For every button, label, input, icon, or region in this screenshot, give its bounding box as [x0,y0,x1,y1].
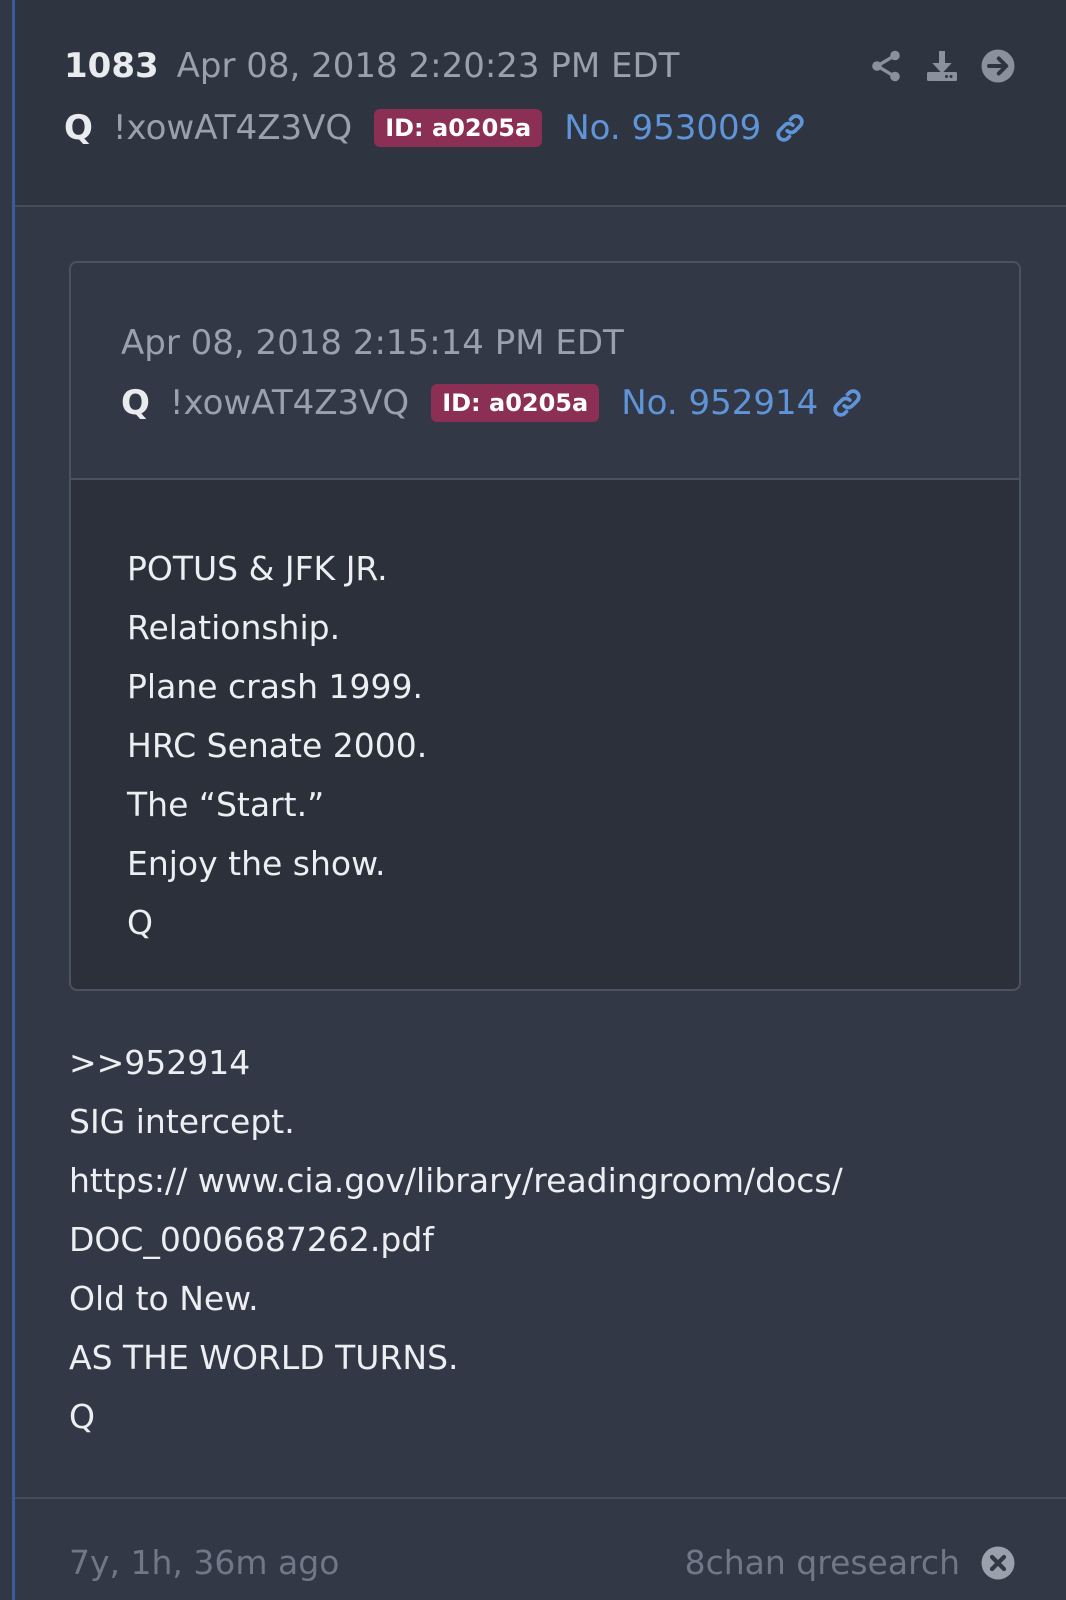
quoted-text-line: Enjoy the show. [127,844,386,883]
post-text: >>952914 SIG intercept. https:// www.cia… [69,1033,843,1446]
post-age: 7y, 1h, 36m ago [69,1543,340,1582]
post-text-line: SIG intercept. [69,1102,295,1141]
id-badge: ID: a0205a [374,109,543,147]
share-icon[interactable] [868,48,904,84]
post-text-line: DOC_0006687262.pdf [69,1220,434,1259]
quoted-post: Apr 08, 2018 2:15:14 PM EDT Q !xowAT4Z3V… [69,261,1021,991]
post-text-line: Q [69,1397,95,1436]
post-number-link[interactable]: No. 953009 [564,106,761,150]
post-card: 1083 Apr 08, 2018 2:20:23 PM EDT Q !xowAT… [0,0,1066,1600]
reply-reference-link[interactable]: >>952914 [69,1033,843,1092]
post-source: 8chan qresearch [685,1543,1016,1582]
quoted-post-number-link[interactable]: No. 952914 [621,381,818,425]
source-label: 8chan qresearch [684,1543,960,1582]
author-tripcode: !xowAT4Z3VQ [112,108,353,148]
quoted-text-line: Q [127,903,153,942]
post-number: 1083 [64,46,159,86]
post-text-line: https:// www.cia.gov/library/readingroom… [69,1161,843,1200]
download-icon[interactable] [924,48,960,84]
quoted-author-line: Q !xowAT4Z3VQ ID: a0205a No. 952914 [121,381,864,425]
arrow-right-circle-icon[interactable] [980,48,1016,84]
quoted-text-line: The “Start.” [127,785,325,824]
left-accent-bar [12,0,15,1600]
quoted-text-line: Plane crash 1999. [127,667,424,706]
quoted-text-line: HRC Senate 2000. [127,726,428,765]
post-footer: 7y, 1h, 36m ago 8chan qresearch [15,1497,1066,1600]
quoted-author-tripcode: !xowAT4Z3VQ [169,383,410,423]
post-text-line: Old to New. [69,1279,259,1318]
link-icon[interactable] [773,111,807,145]
post-date: Apr 08, 2018 2:20:23 PM EDT [176,46,680,86]
post-actions [868,48,1016,84]
quoted-text-line: POTUS & JFK JR. [127,549,388,588]
link-icon[interactable] [830,386,864,420]
quoted-author-name: Q [121,383,150,423]
post-meta-line: 1083 Apr 08, 2018 2:20:23 PM EDT [64,46,679,86]
post-header: 1083 Apr 08, 2018 2:20:23 PM EDT Q !xowAT… [15,0,1066,207]
post-author-line: Q !xowAT4Z3VQ ID: a0205a No. 953009 [64,106,807,150]
quoted-post-header: Apr 08, 2018 2:15:14 PM EDT Q !xowAT4Z3V… [71,263,1019,480]
quoted-text-line: Relationship. [127,608,341,647]
quoted-post-text: POTUS & JFK JR. Relationship. Plane cras… [127,539,427,952]
close-circle-icon[interactable] [980,1545,1016,1581]
post-text-line: AS THE WORLD TURNS. [69,1338,459,1377]
quoted-post-date: Apr 08, 2018 2:15:14 PM EDT [121,323,624,363]
author-name: Q [64,108,93,148]
quoted-id-badge: ID: a0205a [431,384,600,422]
left-gutter [0,0,12,1600]
